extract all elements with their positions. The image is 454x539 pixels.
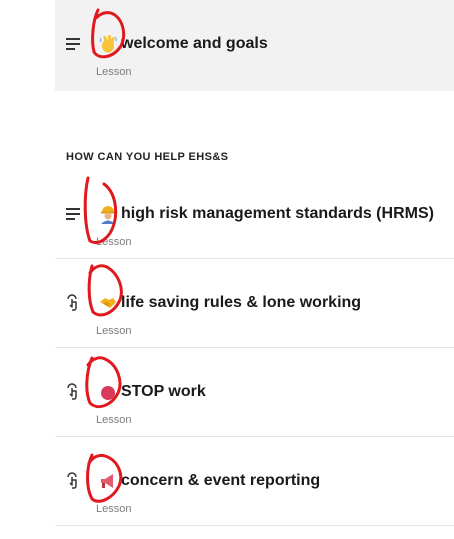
lesson-item-life-saving-rules[interactable]: life saving rules & lone working Lesson xyxy=(55,259,454,348)
handshake-icon xyxy=(97,292,119,314)
lesson-title: concern & event reporting xyxy=(121,472,321,489)
megaphone-icon xyxy=(97,470,119,492)
lesson-type-label: Lesson xyxy=(96,414,132,426)
lesson-type-label: Lesson xyxy=(96,503,132,515)
construction-worker-icon xyxy=(97,203,119,225)
list-lines-icon xyxy=(64,34,84,54)
lesson-title: welcome and goals xyxy=(121,35,268,52)
lesson-type-label: Lesson xyxy=(96,66,132,78)
touch-pointer-icon xyxy=(64,382,84,402)
lesson-title: life saving rules & lone working xyxy=(121,294,362,311)
red-circle-icon xyxy=(97,381,119,403)
lesson-item-welcome-and-goals[interactable]: welcome and goals Lesson xyxy=(55,0,454,91)
lesson-type-label: Lesson xyxy=(96,325,132,337)
lesson-type-label: Lesson xyxy=(96,236,132,248)
lesson-title: high risk management standards (HRMS) xyxy=(121,205,434,222)
section-heading: HOW CAN YOU HELP EHS&S xyxy=(66,151,229,163)
lesson-title: STOP work xyxy=(121,383,206,400)
lesson-item-concern-event-reporting[interactable]: concern & event reporting Lesson xyxy=(55,437,454,526)
list-lines-icon xyxy=(64,204,84,224)
waving-hand-icon xyxy=(97,33,119,55)
course-outline: welcome and goals Lesson HOW CAN YOU HEL… xyxy=(55,0,454,539)
touch-pointer-icon xyxy=(64,293,84,313)
lesson-item-stop-work[interactable]: STOP work Lesson xyxy=(55,348,454,437)
touch-pointer-icon xyxy=(64,471,84,491)
lesson-item-hrms[interactable]: high risk management standards (HRMS) Le… xyxy=(55,170,454,259)
